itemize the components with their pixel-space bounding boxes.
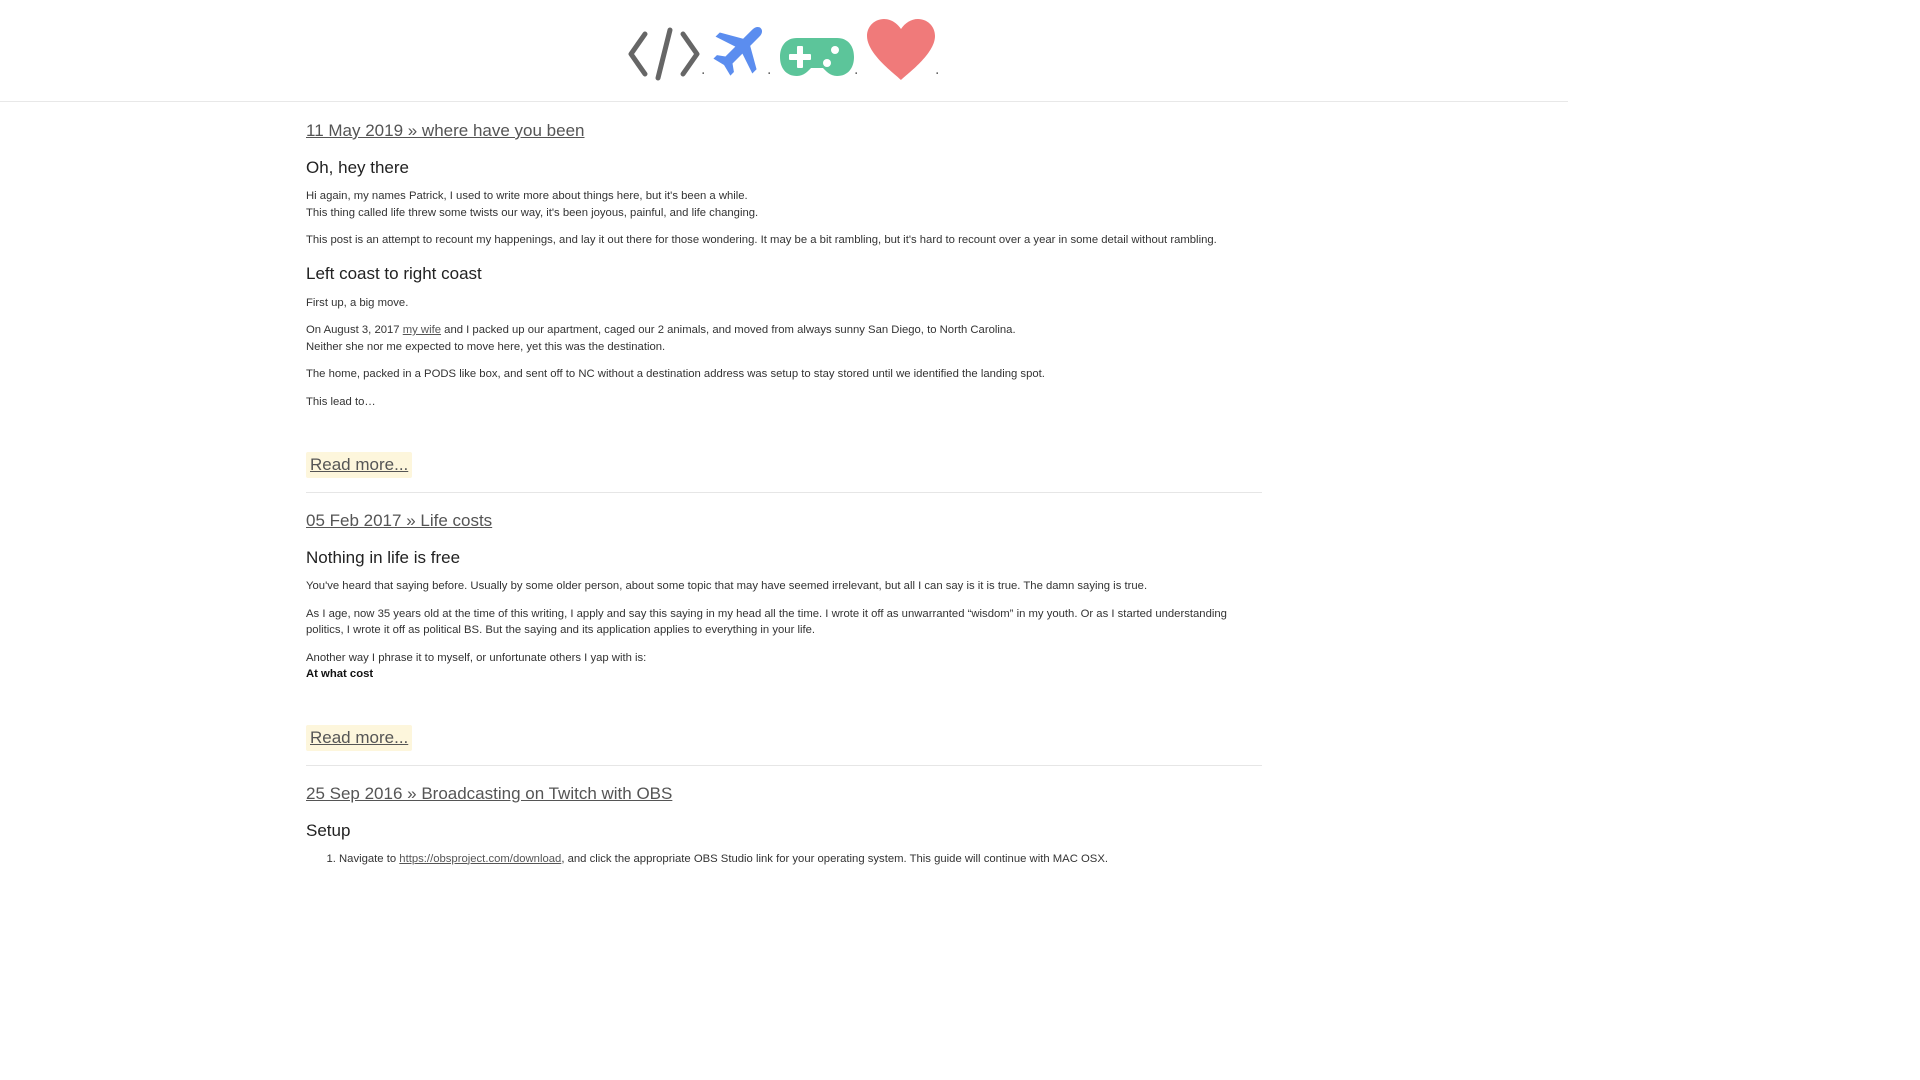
text-segment: On August 3, 2017 (306, 324, 403, 336)
post-paragraph: This post is an attempt to recount my ha… (306, 232, 1262, 249)
post-paragraph: The home, packed in a PODS like box, and… (306, 368, 1045, 380)
post-list: 11 May 2019 » where have you been Oh, he… (306, 104, 1262, 867)
post-subheading: Nothing in life is free (306, 548, 461, 567)
post-title-link[interactable]: 05 Feb 2017 » Life costs (306, 511, 492, 531)
text-segment: Navigate to (339, 852, 400, 865)
post-subheading: Setup (306, 820, 351, 840)
post-paragraph: First up, a big move. (306, 296, 409, 309)
post-paragraph: On August 3, 2017 my wife and I packed u… (306, 322, 1262, 355)
header-dot: . (935, 61, 940, 78)
post-paragraph: You've heard that saying before. Usually… (306, 580, 1148, 592)
list-item: Navigate to https://obsproject.com/downl… (339, 851, 1262, 868)
text-segment: and I packed up our apartment, caged our… (441, 324, 1016, 336)
post-paragraph: Hi again, my names Patrick, I used to wr… (306, 188, 1262, 221)
post-title-link[interactable]: 25 Sep 2016 » Broadcasting on Twitch wit… (306, 784, 672, 804)
logo-row[interactable]: . . . . (625, 14, 945, 84)
obs-download-link[interactable]: https://obsproject.com/download (399, 853, 561, 865)
text-segment: , and click the appropriate OBS Studio l… (561, 852, 1109, 865)
bold-text: At what cost (306, 668, 374, 680)
header-dot: . (701, 61, 706, 78)
header-dot: . (854, 61, 859, 78)
airplane-icon (711, 18, 771, 78)
setup-steps-list: Navigate to https://obsproject.com/downl… (306, 851, 1262, 868)
text-line: This thing called life threw some twists… (306, 206, 759, 219)
read-more-button[interactable]: Read more... (306, 724, 413, 751)
read-more-button[interactable]: Read more... (306, 452, 413, 478)
text-line: Another way I phrase it to myself, or un… (306, 651, 647, 664)
post-subheading: Oh, hey there (306, 158, 410, 177)
post: 05 Feb 2017 » Life costs Nothing in life… (306, 493, 1262, 766)
text-line: Neither she nor me expected to move here… (306, 340, 666, 353)
code-icon (627, 26, 701, 82)
text-line: Hi again, my names Patrick, I used to wr… (306, 190, 748, 202)
post: 25 Sep 2016 » Broadcasting on Twitch wit… (306, 766, 1262, 868)
post: 11 May 2019 » where have you been Oh, he… (306, 104, 1262, 493)
gamepad-icon (779, 36, 855, 78)
post-paragraph: This lead to… (306, 395, 376, 408)
site-header: . . . . (0, 0, 1568, 102)
post-paragraph: Another way I phrase it to myself, or un… (306, 650, 1262, 683)
post-subheading: Left coast to right coast (306, 263, 482, 283)
header-dot: . (767, 61, 772, 78)
post-paragraph: As I age, now 35 years old at the time o… (306, 607, 1227, 637)
text-line: This post is an attempt to recount my ha… (306, 234, 1217, 246)
heart-icon (865, 18, 937, 82)
my-wife-link[interactable]: my wife (403, 324, 441, 336)
post-title-link[interactable]: 11 May 2019 » where have you been (306, 121, 585, 141)
